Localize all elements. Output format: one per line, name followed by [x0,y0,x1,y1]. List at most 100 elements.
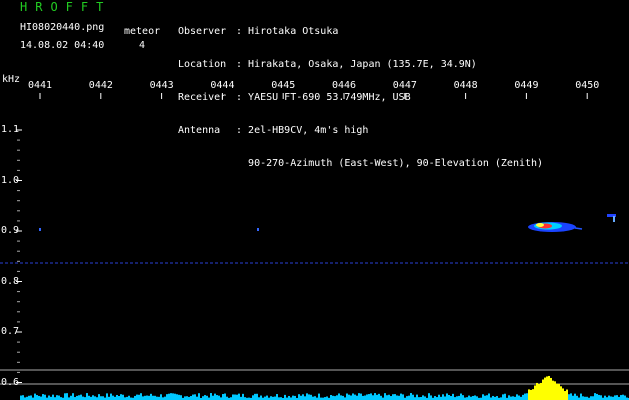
spectrum-bar [574,393,576,400]
spectrum-bar [20,395,22,400]
spectrum-bar [348,394,350,400]
spectrum-bar [168,393,170,400]
spectrum-bar [340,395,342,400]
time-tick-label: 0449 [514,80,539,91]
time-tick-label: 0442 [88,80,113,91]
spectrum-bar [34,393,36,400]
spectrum-bar [154,395,156,400]
spectrum-bar [406,396,408,400]
spectrum-bar [468,395,470,400]
time-tick-label: 0445 [271,80,296,91]
spectrum-bar [218,395,220,400]
spectrum-bar [86,393,88,400]
spectrum-bar [392,394,394,400]
file-name: HI08020440.png [20,22,105,33]
spectrum-bar [336,395,338,400]
spectrum-bar [516,394,518,400]
spectrum-bar [518,395,520,400]
spectrum-bar [48,395,50,400]
spectrum-bar [72,393,74,400]
spectrum-bar [560,386,562,400]
spectrum-bar [360,393,362,400]
spectrum-bar [388,394,390,400]
spectrum-bar [236,394,238,400]
freq-tick-label: 0.9 [1,225,20,236]
spectrum-bar [298,394,300,400]
spectrum-bar [524,393,526,400]
time-tick-label: 0447 [392,80,417,91]
observer-label: Observer [178,26,227,37]
spectrum-bar [176,394,178,400]
spectrum-bar [364,395,366,400]
spectrum-bar [408,395,410,400]
spot-echo [39,228,41,231]
freq-tick-label: 0.6 [1,376,20,388]
spectrum-bar [394,394,396,400]
time-tick-label: 0443 [149,80,174,91]
spectrum-bar [196,396,198,400]
receiver-value: YAESU FT-690 53.749MHz, USB [248,92,411,103]
spectrum-bar [374,393,376,400]
spectrum-bar [178,394,180,400]
spectrum-bar [170,393,172,400]
spectrum-bar [510,396,512,400]
spectrum-bar [44,394,46,400]
meteor-echo [528,222,583,232]
spectrum-bar [460,393,462,400]
spectrum-bar [116,394,118,400]
spectrum-bar [596,393,598,400]
spectrum-bar [260,395,262,400]
spectrum-bar [98,394,100,400]
spectrum-bar [446,393,448,400]
spectrum-bar [42,394,44,400]
spectrum-bar [52,394,54,400]
spectrum-bar [122,394,124,400]
meteor-count-label: meteor [124,26,161,37]
spectrum-bar [152,395,154,400]
spectrum-bar [58,395,60,400]
spectrum-bar [424,396,426,400]
spectrum-bar [56,395,58,400]
spectrum-bar [88,395,90,400]
antenna-label: Antenna [178,125,221,136]
spectrum-bar [402,394,404,400]
spectrum-bar [456,396,458,400]
spectrum-bar [610,396,612,400]
spectrum-bar [598,394,600,400]
spectrum-bar [312,396,314,400]
spectrum-bar [216,395,218,400]
spectrum-bar [430,395,432,400]
spectrum-bar [410,393,412,400]
spectrum-bar [36,395,38,400]
station-info: Observer: Hirotaka Otsuka Location: Hira… [178,26,544,169]
spectrum-bar [372,395,374,400]
spectrum-bar [492,395,494,400]
spectrum-bar [92,395,94,400]
spectrum-bar [356,395,358,400]
spectrum-bar [136,394,138,400]
spectrum-bar [166,394,168,400]
spectrum-bar [184,396,186,400]
spectrum-bar [508,395,510,400]
spectrum-bar [264,396,266,400]
freq-tick-label: 1.1 [1,124,20,135]
spectrum-bar [604,395,606,400]
spectrum-bar [564,391,566,400]
spectrum-bar [174,393,176,400]
spectrum-bar [566,389,568,400]
spectrum-bar [288,395,290,400]
spectrum-bar [462,395,464,400]
spectrum-bar [186,396,188,400]
spectrum-bar [384,393,386,400]
spectrum-bar [78,395,80,400]
timestamp: 14.08.02 04:40 [20,40,105,51]
spectrum-bar [80,394,82,400]
spectrum-bar [302,394,304,400]
spectrum-bar [338,393,340,400]
spectrum-bar [284,394,286,400]
spectrum-bar [528,389,530,400]
spectrum-bar [594,393,596,400]
spectrum-bar [458,395,460,400]
spectrum-bar [572,395,574,400]
spectrum-bar [276,394,278,400]
